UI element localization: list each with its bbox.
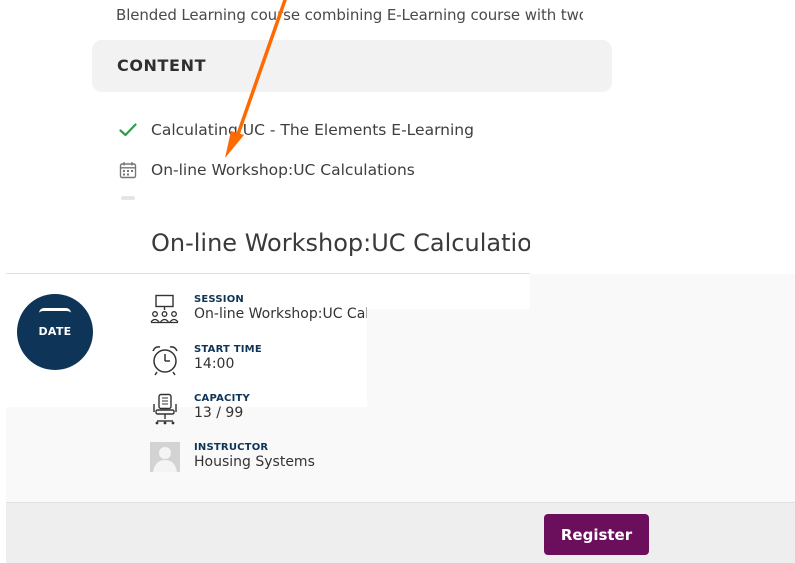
content-item-label: Calculating UC - The Elements E-Learning <box>151 121 474 139</box>
course-content-panel: Blended Learning course combining E-Lear… <box>0 0 612 200</box>
content-item-label: On-line Workshop:UC Calculations <box>151 161 415 179</box>
office-chair-icon <box>150 393 180 425</box>
avatar-placeholder-icon <box>150 442 180 474</box>
content-header-label: CONTENT <box>117 56 207 75</box>
session-card: On-line Workshop:UC Calculations DATE SE… <box>6 215 795 563</box>
session-label: SESSION <box>194 294 244 305</box>
register-button[interactable]: Register <box>544 514 649 555</box>
calendar-icon <box>118 160 138 180</box>
session-value: On-line Workshop:UC Calculations <box>194 306 367 322</box>
session-card-footer: Register <box>6 502 795 563</box>
capacity-value: 13 / 99 <box>194 405 244 421</box>
content-item-workshop[interactable]: On-line Workshop:UC Calculations <box>118 158 415 182</box>
start-time-label: START TIME <box>194 344 262 355</box>
date-badge: DATE <box>17 294 93 370</box>
instructor-value: Housing Systems <box>194 454 315 470</box>
instructor-label: INSTRUCTOR <box>194 442 269 453</box>
course-description: Blended Learning course combining E-Lear… <box>116 6 583 24</box>
capacity-label: CAPACITY <box>194 393 250 404</box>
date-badge-top <box>39 308 71 320</box>
date-label: DATE <box>38 325 72 338</box>
details-background <box>6 274 530 309</box>
next-item-icon-partial <box>121 196 135 200</box>
start-time-value: 14:00 <box>194 356 235 372</box>
content-section-header[interactable]: CONTENT <box>92 40 612 92</box>
session-details: DATE SESSION On-line Workshop:UC Calcula… <box>6 274 795 502</box>
session-card-header: On-line Workshop:UC Calculations <box>6 215 530 274</box>
content-item-elearning[interactable]: Calculating UC - The Elements E-Learning <box>118 118 474 142</box>
presentation-icon <box>150 294 180 326</box>
alarm-clock-icon <box>150 344 180 376</box>
session-title: On-line Workshop:UC Calculations <box>151 229 530 257</box>
checkmark-icon <box>118 120 138 140</box>
